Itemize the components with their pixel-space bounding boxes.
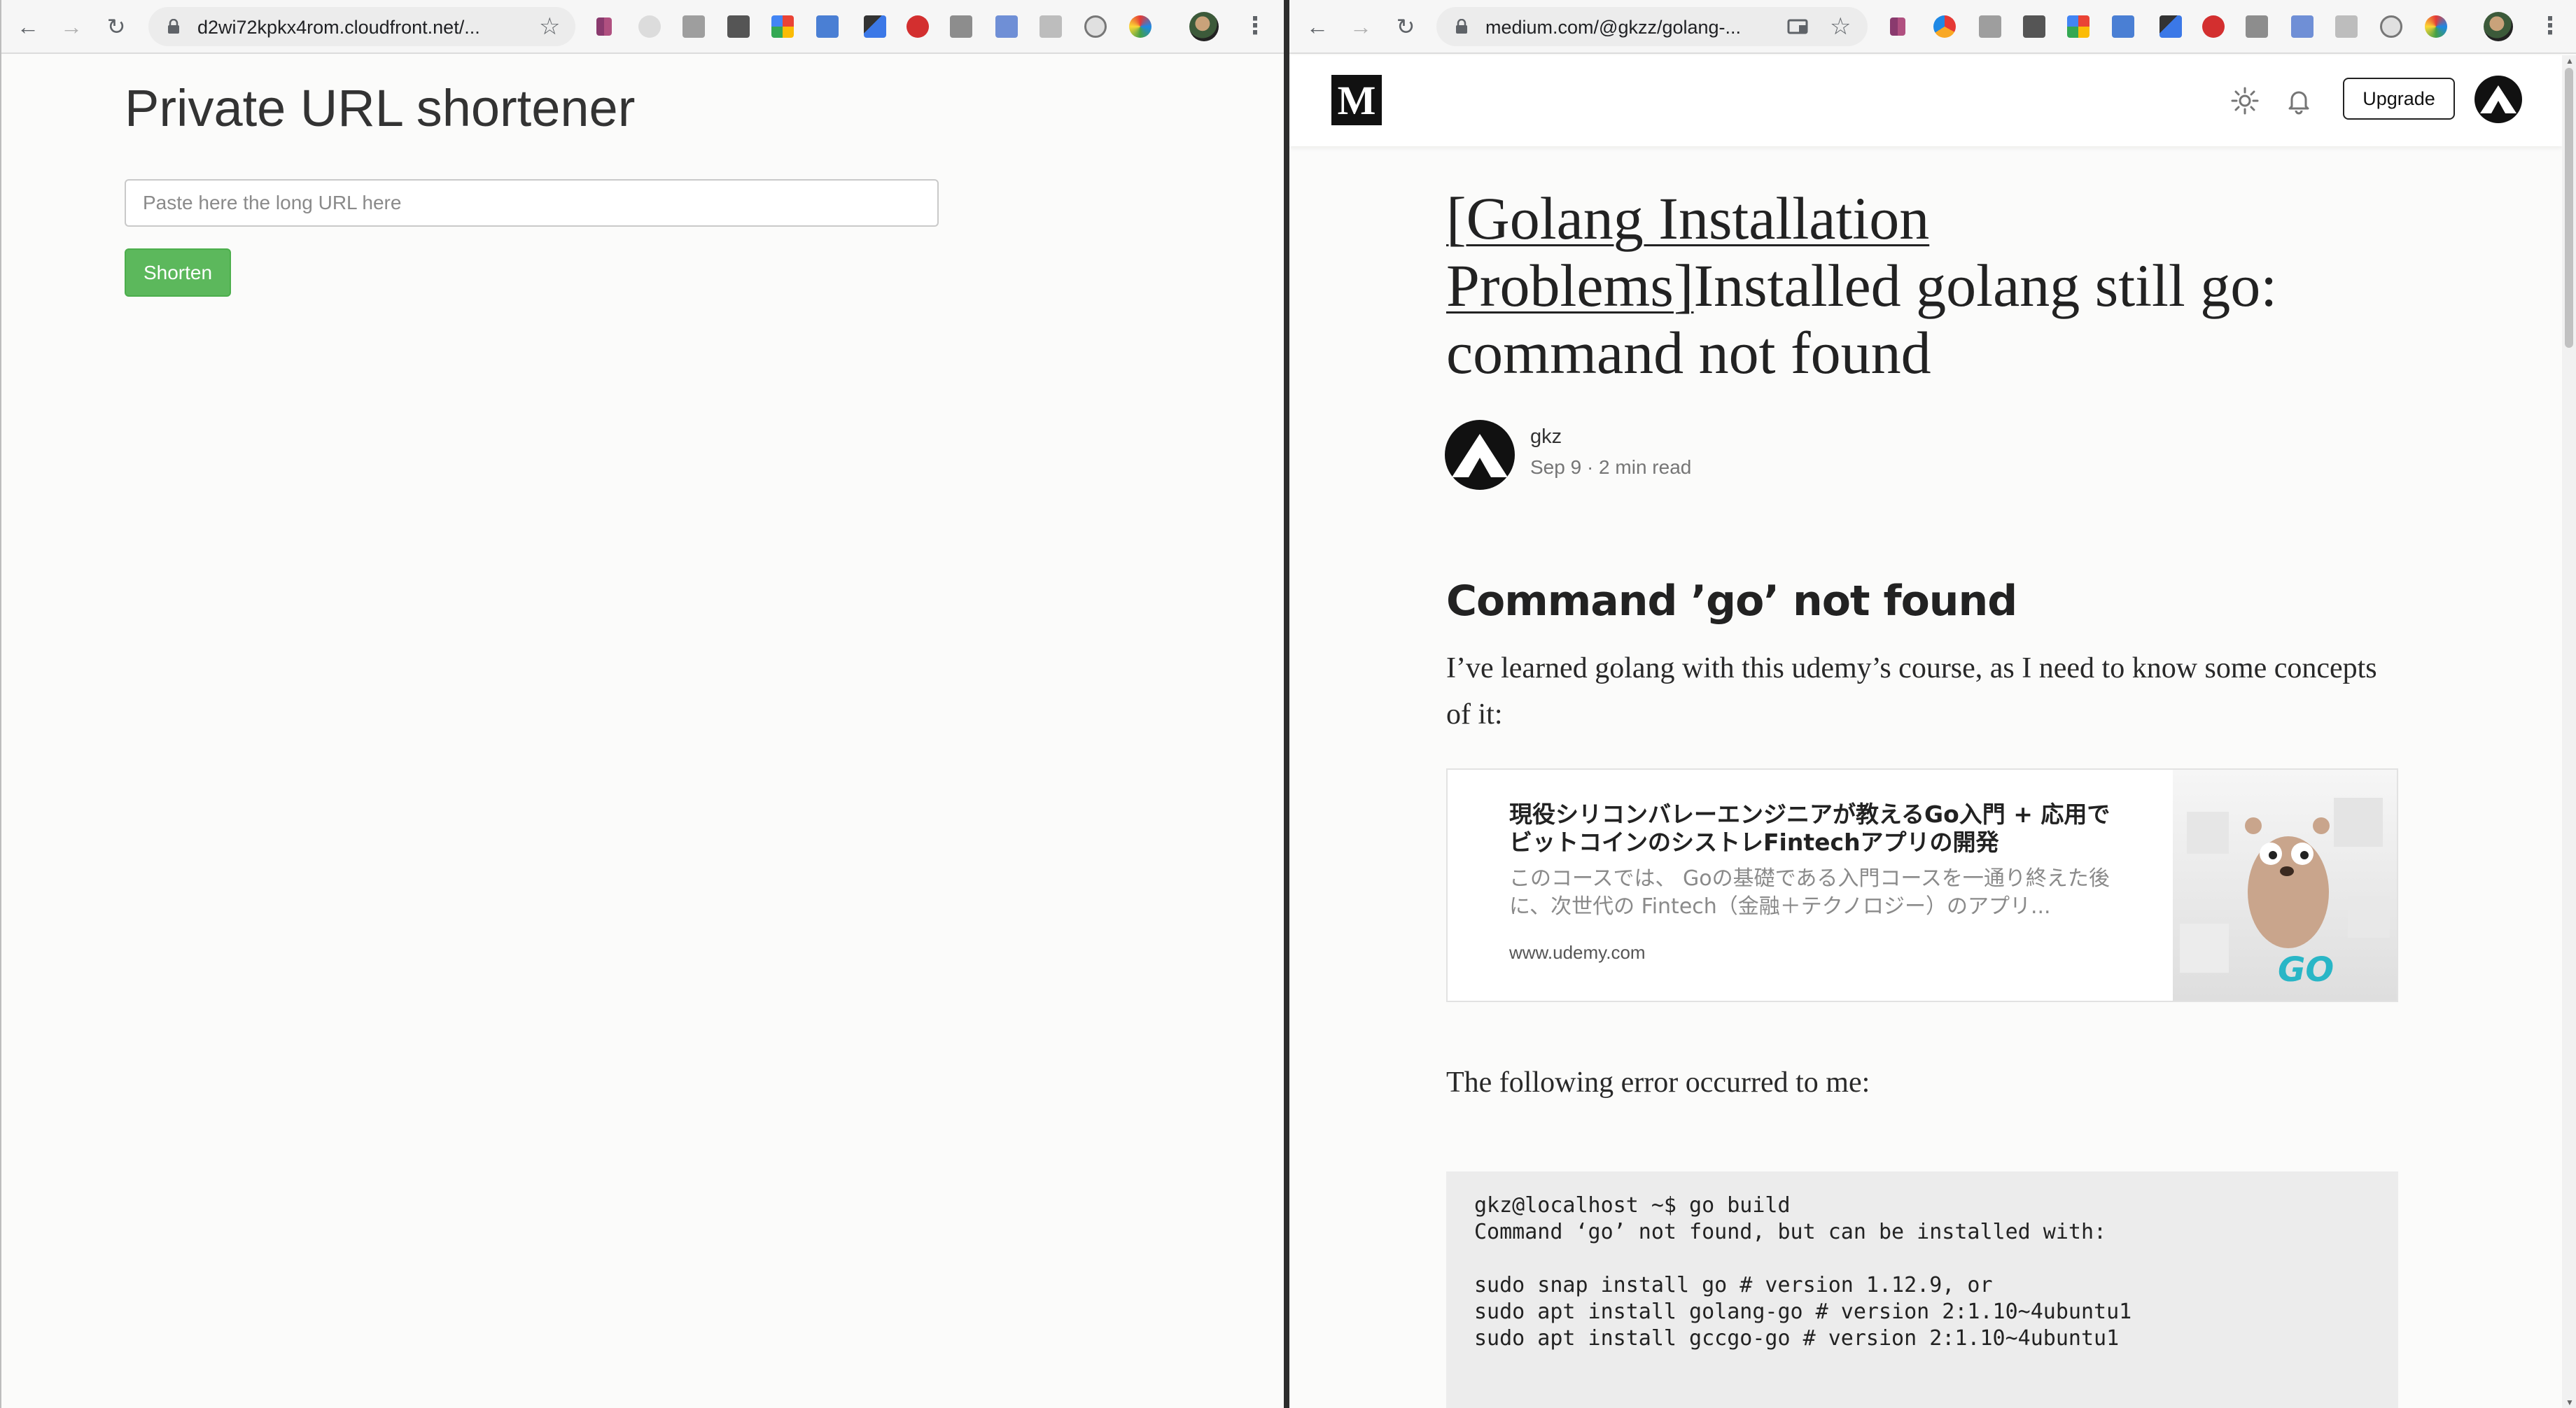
profile-avatar[interactable] [2484,12,2513,41]
medium-logo[interactable]: M [1331,75,1382,125]
intro-paragraph: I’ve learned golang with this udemy’s co… [1446,652,2377,731]
extension-icon[interactable] [2246,15,2268,38]
extension-icon[interactable] [2067,15,2090,38]
section-heading: Command ’go’ not found [1446,577,2017,626]
extension-icon[interactable] [727,15,750,38]
extension-icon[interactable] [1979,15,2001,38]
shorten-button[interactable]: Shorten [125,248,231,297]
extension-icon[interactable] [2202,15,2225,38]
scroll-down-arrow[interactable]: ▼ [2566,1398,2574,1407]
address-text: medium.com/@gkzz/golang-... [1485,17,1742,38]
extension-icon[interactable] [1084,15,1107,38]
article-meta: Sep 9 · 2 min read [1530,456,1692,478]
scroll-up-arrow[interactable]: ▲ [2566,57,2574,65]
extension-icon[interactable] [596,17,612,36]
address-text: d2wi72kpkx4rom.cloudfront.net/... [197,17,480,38]
extension-icon[interactable] [2160,15,2182,38]
extension-icon[interactable] [1933,15,1956,38]
reload-icon[interactable]: ↻ [1393,14,1418,39]
embed-thumbnail: GO [2173,770,2397,1001]
extension-icon[interactable] [2335,15,2358,38]
extension-icon[interactable] [682,15,705,38]
left-browser-window: ← → ↻ d2wi72kpkx4rom.cloudfront.net/... … [0,0,1284,1408]
upgrade-button[interactable]: Upgrade [2343,78,2455,120]
embed-description: このコースでは、 Goの基礎である入門コースを一通り終えた後に、次世代の Fin… [1509,866,2110,919]
extension-icon[interactable] [995,15,1018,38]
lock-icon [1456,19,1467,34]
article-title: [Golang Installation Problems]Installed … [1446,185,2356,386]
menu-icon[interactable]: ⋮ [1243,14,1267,39]
back-icon[interactable]: ← [15,14,41,39]
author-avatar[interactable] [1445,420,1515,490]
code-block: gkz@localhost ~$ go build Command ‘go’ n… [1446,1171,2398,1408]
page-title: Private URL shortener [125,79,636,137]
star-icon[interactable]: ☆ [539,15,560,38]
embed-host: www.udemy.com [1509,942,1646,963]
right-browser-window: ← → ↻ medium.com/@gkzz/golang-... ☆ ⋮ M [1289,0,2576,1408]
extension-icon[interactable] [771,15,794,38]
link-embed-card[interactable]: 現役シリコンバレーエンジニアが教えるGo入門 + 応用でビットコインのシストレF… [1446,768,2398,1002]
settings-icon[interactable] [2230,85,2260,116]
extension-icon[interactable] [2023,15,2045,38]
embed-title: 現役シリコンバレーエンジニアが教えるGo入門 + 応用でビットコインのシストレF… [1509,801,2110,856]
extension-icon[interactable] [1129,15,1152,38]
extension-icon[interactable] [2291,15,2314,38]
forward-icon[interactable]: → [59,14,84,39]
address-bar[interactable]: medium.com/@gkzz/golang-... ☆ [1436,7,1868,46]
error-intro-paragraph: The following error occurred to me: [1446,1066,1870,1099]
scrollbar-thumb[interactable] [2565,68,2573,348]
user-avatar[interactable] [2474,76,2522,123]
extension-icon[interactable] [816,15,839,38]
medium-header: M Upgrade [1289,55,2562,146]
extension-icon[interactable] [638,15,661,38]
extension-icon[interactable] [950,15,972,38]
page-scrollbar[interactable]: ▲ ▼ [2562,55,2576,1408]
author-name[interactable]: gkz [1530,425,1562,449]
menu-icon[interactable]: ⋮ [2538,14,2562,39]
long-url-input[interactable] [125,179,939,227]
extension-icon[interactable] [2112,15,2134,38]
forward-icon[interactable]: → [1348,14,1373,39]
address-bar[interactable]: d2wi72kpkx4rom.cloudfront.net/... ☆ [148,7,575,46]
bell-icon[interactable] [2283,85,2314,116]
extension-icon[interactable] [864,15,886,38]
extension-icon[interactable] [2425,15,2447,38]
extension-icon[interactable] [1890,17,1905,36]
back-icon[interactable]: ← [1305,14,1330,39]
window-divider [1284,0,1289,1408]
cast-icon[interactable] [1786,18,1809,35]
extension-icon[interactable] [2380,15,2402,38]
profile-avatar[interactable] [1189,12,1219,41]
extension-icon[interactable] [906,15,929,38]
browser-toolbar: ← → ↻ d2wi72kpkx4rom.cloudfront.net/... … [1,0,1284,54]
extension-icon[interactable] [1040,15,1062,38]
lock-icon [168,19,179,34]
embed-thumb-label: GO [2278,950,2334,990]
reload-icon[interactable]: ↻ [104,14,129,39]
star-icon[interactable]: ☆ [1830,15,1851,38]
browser-toolbar: ← → ↻ medium.com/@gkzz/golang-... ☆ ⋮ [1289,0,2576,54]
